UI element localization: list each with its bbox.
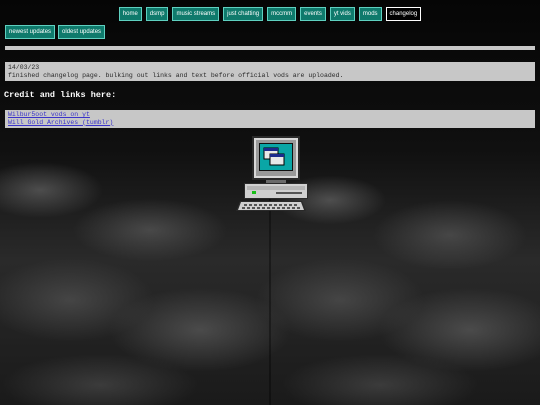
top-nav: home dsmp music streams just chatting mc… bbox=[0, 7, 540, 21]
nav-home[interactable]: home bbox=[118, 7, 142, 21]
newest-updates-button[interactable]: newest updates bbox=[5, 25, 56, 39]
credits-links-panel: Wilbur5oot vods on yt Will Gold Archives… bbox=[5, 110, 535, 128]
nav-just-chatting[interactable]: just chatting bbox=[223, 7, 264, 21]
nav-dsmp[interactable]: dsmp bbox=[145, 7, 169, 21]
nav-music-streams[interactable]: music streams bbox=[172, 7, 220, 21]
link-vods-youtube[interactable]: Wilbur5oot vods on yt bbox=[8, 111, 532, 119]
entry-text: finished changelog page. bulking out lin… bbox=[8, 71, 344, 79]
retro-computer-icon bbox=[236, 136, 308, 211]
sort-buttons: newest updates oldest updates bbox=[5, 25, 106, 39]
nav-events[interactable]: events bbox=[300, 7, 326, 21]
nav-mods[interactable]: mods bbox=[358, 7, 382, 21]
link-gold-archives[interactable]: Will Gold Archives (tumblr) bbox=[8, 119, 532, 127]
changelog-entry: 14/03/23 finished changelog page. bulkin… bbox=[5, 62, 535, 81]
oldest-updates-button[interactable]: oldest updates bbox=[58, 25, 106, 39]
nav-yt-vids[interactable]: yt vids bbox=[329, 7, 355, 21]
nav-mccmm[interactable]: mccmm bbox=[267, 7, 297, 21]
entry-date: 14/03/23 bbox=[8, 64, 40, 71]
credits-heading: Credit and links here: bbox=[4, 90, 117, 100]
nav-changelog[interactable]: changelog bbox=[385, 7, 422, 21]
divider-bar bbox=[5, 46, 535, 50]
